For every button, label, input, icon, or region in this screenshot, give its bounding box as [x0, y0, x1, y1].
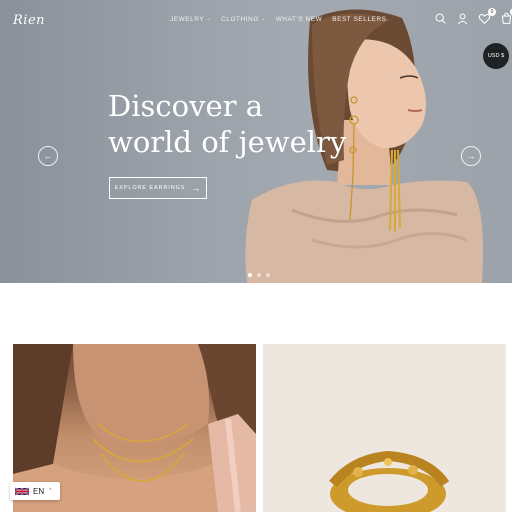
chevron-down-icon: ⌄ [206, 16, 212, 22]
nav-label-whats-new: What's New [275, 16, 323, 23]
hero-headline-line2: world of jewelry [108, 125, 347, 159]
nav-item-best-sellers[interactable]: Best Sellers [332, 16, 386, 23]
cart-icon[interactable]: 0 [500, 8, 512, 25]
ring-product-image [263, 344, 506, 512]
hero-headline: Discover a world of jewelry [108, 88, 348, 160]
nav-label-jewelry: Jewelry [170, 16, 205, 23]
main-nav: Jewelry ⌄ Clothing ⌄ What's New Best Sel… [170, 16, 387, 23]
account-icon[interactable] [456, 12, 469, 25]
hero-headline-line1: Discover a [108, 89, 264, 123]
wishlist-icon[interactable]: 0 [478, 8, 496, 25]
slider-dot[interactable] [257, 273, 261, 277]
cta-label: Explore earrings [114, 185, 186, 191]
hero-banner: Rien Jewelry ⌄ Clothing ⌄ What's New Bes… [0, 0, 512, 283]
nav-label-best-sellers: Best Sellers [332, 16, 387, 23]
slider-pagination [248, 273, 270, 277]
chevron-up-icon: ⌃ [48, 488, 53, 494]
arrow-right-icon: → [466, 151, 476, 161]
search-icon[interactable] [434, 12, 447, 25]
currency-selector[interactable]: USD $ [483, 43, 509, 69]
slider-next-button[interactable]: → [461, 146, 481, 166]
explore-earrings-button[interactable]: Explore earrings → [109, 177, 207, 199]
arrow-left-icon: ← [43, 151, 53, 161]
slider-dot[interactable] [266, 273, 270, 277]
nav-item-whats-new[interactable]: What's New [276, 16, 323, 23]
slider-dot[interactable] [248, 273, 252, 277]
language-selector[interactable]: EN ⌃ [10, 482, 60, 500]
nav-item-clothing[interactable]: Clothing ⌄ [221, 16, 266, 23]
nav-label-clothing: Clothing [221, 16, 259, 23]
header-actions: 0 0 [434, 8, 512, 25]
arrow-right-icon: → [191, 182, 202, 193]
page: Rien Jewelry ⌄ Clothing ⌄ What's New Bes… [0, 0, 512, 512]
nav-item-jewelry[interactable]: Jewelry ⌄ [170, 16, 211, 23]
uk-flag-icon [15, 486, 29, 496]
wishlist-count-badge: 0 [488, 8, 496, 16]
rings-category-tile[interactable] [263, 344, 506, 512]
chevron-down-icon: ⌄ [260, 16, 266, 22]
language-code: EN [33, 486, 45, 496]
slider-prev-button[interactable]: ← [38, 146, 58, 166]
brand-logo[interactable]: Rien [13, 13, 45, 28]
